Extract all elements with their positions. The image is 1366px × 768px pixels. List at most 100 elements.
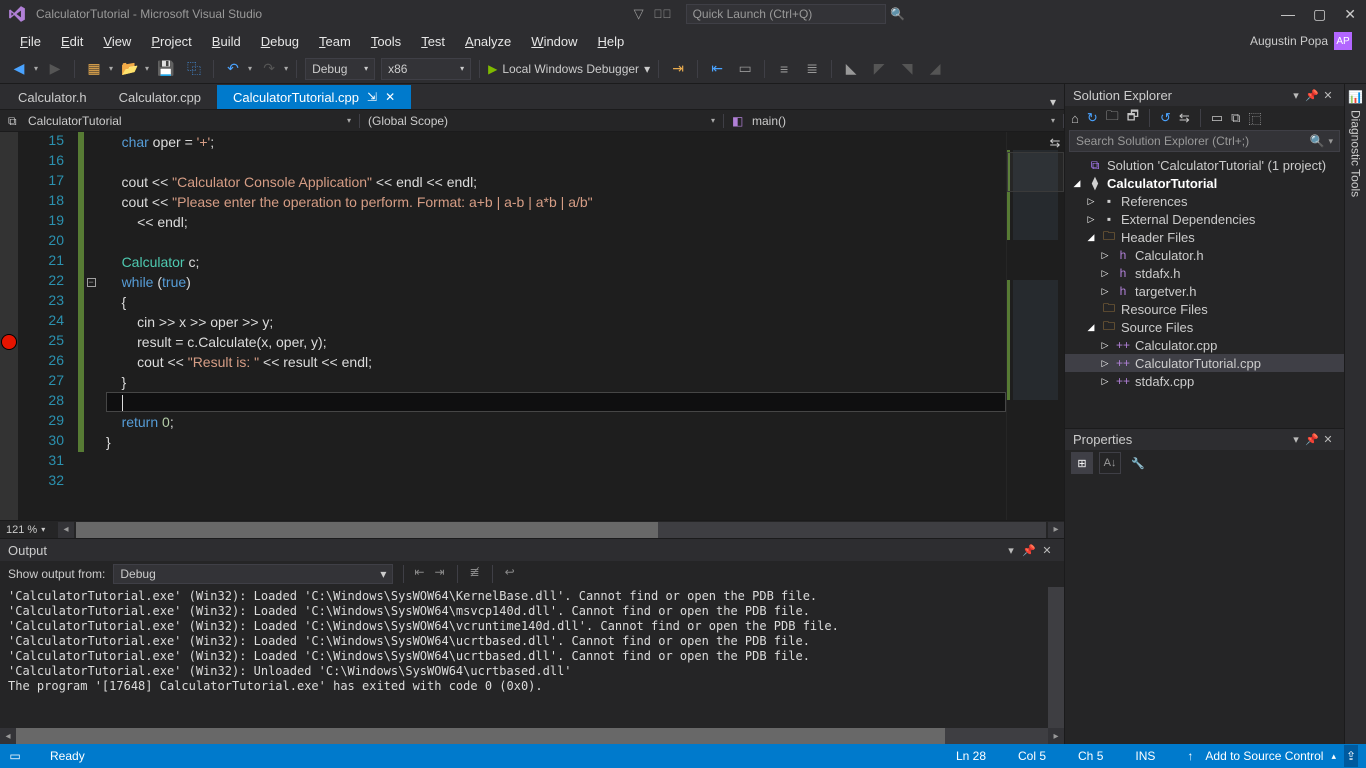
output-clear-icon[interactable]: ≣̸ — [470, 565, 480, 583]
tab-pin-icon[interactable]: ⇲ — [367, 90, 377, 104]
menu-project[interactable]: Project — [141, 30, 201, 53]
hscroll-right[interactable]: ▸ — [1048, 522, 1064, 538]
props-dropdown-icon[interactable]: ▾ — [1288, 433, 1304, 446]
editor-hscrollbar[interactable] — [76, 522, 1046, 538]
quick-launch-search-icon[interactable]: 🔍 — [886, 7, 910, 21]
bookmark-prev-icon[interactable]: ◤ — [868, 58, 890, 80]
source-control-button[interactable]: Add to Source Control — [1205, 749, 1323, 763]
props-categorized-button[interactable]: ⊞ — [1071, 452, 1093, 474]
se-pin-icon[interactable]: 📌 — [1304, 89, 1320, 102]
se-back-icon[interactable]: ↻ — [1087, 110, 1098, 126]
se-solution[interactable]: ⧉Solution 'CalculatorTutorial' (1 projec… — [1065, 156, 1344, 174]
props-wrench-icon[interactable]: 🔧 — [1127, 452, 1149, 474]
se-file-targetver-h[interactable]: ▷htargetver.h — [1065, 282, 1344, 300]
props-close-icon[interactable]: ✕ — [1320, 433, 1336, 446]
close-button[interactable]: ✕ — [1344, 6, 1356, 23]
bookmark-next-icon[interactable]: ◥ — [896, 58, 918, 80]
output-wrap-icon[interactable]: ↩ — [505, 565, 515, 583]
document-tabs-dropdown[interactable]: ▾ — [1042, 95, 1064, 109]
menu-window[interactable]: Window — [521, 30, 587, 53]
se-references[interactable]: ▷▪References — [1065, 192, 1344, 210]
notifications-icon[interactable]: ▽ — [634, 6, 644, 22]
open-file-button[interactable]: 📂▾ — [119, 58, 149, 80]
se-header-files[interactable]: ◢🗀Header Files — [1065, 228, 1344, 246]
se-show-all-icon[interactable]: ▭ — [1211, 110, 1223, 126]
menu-file[interactable]: File — [10, 30, 51, 53]
se-resource-files[interactable]: 🗀Resource Files — [1065, 300, 1344, 318]
status-publish-icon[interactable]: ⇪ — [1344, 745, 1358, 767]
menu-analyze[interactable]: Analyze — [455, 30, 521, 53]
diagnostic-tools-dock-tab[interactable]: 📊 Diagnostic Tools — [1344, 84, 1366, 744]
menu-edit[interactable]: Edit — [51, 30, 93, 53]
tab-calculator-cpp[interactable]: Calculator.cpp — [103, 85, 217, 109]
start-debugging-button[interactable]: ▶ Local Windows Debugger ▾ — [488, 62, 650, 76]
se-project[interactable]: ◢⧫CalculatorTutorial — [1065, 174, 1344, 192]
solution-config-combo[interactable]: Debug▾ — [305, 58, 375, 80]
tab-calculatortutorial-cpp[interactable]: CalculatorTutorial.cpp⇲✕ — [217, 85, 411, 109]
se-dropdown-icon[interactable]: ▾ — [1288, 89, 1304, 102]
se-tree[interactable]: ⧉Solution 'CalculatorTutorial' (1 projec… — [1065, 152, 1344, 428]
tab-calculator-h[interactable]: Calculator.h — [2, 85, 103, 109]
output-source-combo[interactable]: Debug▾ — [113, 564, 393, 584]
output-text[interactable]: 'CalculatorTutorial.exe' (Win32): Loaded… — [0, 587, 1048, 728]
se-properties-icon[interactable]: ⧉ — [1231, 110, 1240, 126]
solution-platform-combo[interactable]: x86▾ — [381, 58, 471, 80]
se-search-input[interactable]: Search Solution Explorer (Ctrl+;) 🔍▾ — [1069, 130, 1340, 152]
tab-close-icon[interactable]: ✕ — [385, 90, 395, 104]
toggle-a-icon[interactable]: ⇤ — [706, 58, 728, 80]
se-refresh-icon[interactable]: ↺ — [1160, 110, 1171, 126]
se-sol-icon[interactable]: 🗀 — [1106, 107, 1119, 129]
code-editor[interactable]: 151617181920212223242526272829303132 − c… — [0, 132, 1064, 520]
hscroll-left[interactable]: ◂ — [58, 522, 74, 538]
se-sync-icon[interactable]: 🗗 — [1127, 107, 1139, 129]
redo-button[interactable]: ↷▾ — [258, 58, 288, 80]
se-close-icon[interactable]: ✕ — [1320, 89, 1336, 102]
minimize-button[interactable]: — — [1281, 6, 1295, 22]
output-dropdown-icon[interactable]: ▾ — [1002, 544, 1020, 557]
feedback-icon[interactable]: �⃣ — [654, 7, 672, 21]
menu-view[interactable]: View — [93, 30, 141, 53]
se-preview-icon[interactable]: ⿸ — [1248, 109, 1261, 128]
menu-test[interactable]: Test — [411, 30, 455, 53]
output-indent-prev-icon[interactable]: ⇤ — [414, 565, 424, 583]
menu-debug[interactable]: Debug — [251, 30, 309, 53]
comment-out-icon[interactable]: ≡ — [773, 58, 795, 80]
step-icon[interactable]: ⇥ — [667, 58, 689, 80]
se-file-Calculator-h[interactable]: ▷hCalculator.h — [1065, 246, 1344, 264]
output-vscrollbar[interactable] — [1048, 587, 1064, 728]
output-close-icon[interactable]: ✕ — [1038, 544, 1056, 557]
toggle-b-icon[interactable]: ▭ — [734, 58, 756, 80]
se-source-files[interactable]: ◢🗀Source Files — [1065, 318, 1344, 336]
maximize-button[interactable]: ▢ — [1313, 6, 1326, 23]
nav-back-button[interactable]: ◀▾ — [8, 58, 38, 80]
output-indent-next-icon[interactable]: ⇥ — [434, 565, 444, 583]
menu-help[interactable]: Help — [588, 30, 635, 53]
zoom-combo[interactable]: 121 %▾ — [0, 524, 58, 536]
new-project-button[interactable]: ▦▾ — [83, 58, 113, 80]
menu-tools[interactable]: Tools — [361, 30, 411, 53]
menu-team[interactable]: Team — [309, 30, 361, 53]
props-alpha-button[interactable]: A↓ — [1099, 452, 1121, 474]
bookmark-clear-icon[interactable]: ◢ — [924, 58, 946, 80]
save-all-button[interactable]: ⿻ — [183, 58, 205, 80]
overview-ruler[interactable]: ⇆ — [1006, 132, 1064, 520]
se-collapse-icon[interactable]: ⇆ — [1179, 110, 1190, 126]
nav-scope-combo[interactable]: ⧉CalculatorTutorial▾ — [0, 114, 360, 128]
se-home-icon[interactable]: ⌂ — [1071, 111, 1079, 126]
fold-toggle-icon[interactable]: − — [87, 278, 96, 287]
props-pin-icon[interactable]: 📌 — [1304, 433, 1320, 446]
se-file-stdafx-cpp[interactable]: ▷++stdafx.cpp — [1065, 372, 1344, 390]
nav-forward-button[interactable]: ▶ — [44, 58, 66, 80]
se-external-deps[interactable]: ▷▪External Dependencies — [1065, 210, 1344, 228]
se-file-stdafx-h[interactable]: ▷hstdafx.h — [1065, 264, 1344, 282]
source-control-icon[interactable]: ↑ — [1183, 749, 1197, 763]
output-hscrollbar[interactable]: ◂▸ — [0, 728, 1064, 744]
bookmark-icon[interactable]: ◣ — [840, 58, 862, 80]
undo-button[interactable]: ↶▾ — [222, 58, 252, 80]
output-pin-icon[interactable]: 📌 — [1020, 544, 1038, 557]
quick-launch-input[interactable]: Quick Launch (Ctrl+Q) — [686, 4, 886, 24]
save-button[interactable]: 💾 — [155, 58, 177, 80]
split-icon[interactable]: ⇆ — [1049, 135, 1061, 151]
nav-context-combo[interactable]: (Global Scope)▾ — [360, 114, 724, 128]
se-file-CalculatorTutorial-cpp[interactable]: ▷++CalculatorTutorial.cpp — [1065, 354, 1344, 372]
